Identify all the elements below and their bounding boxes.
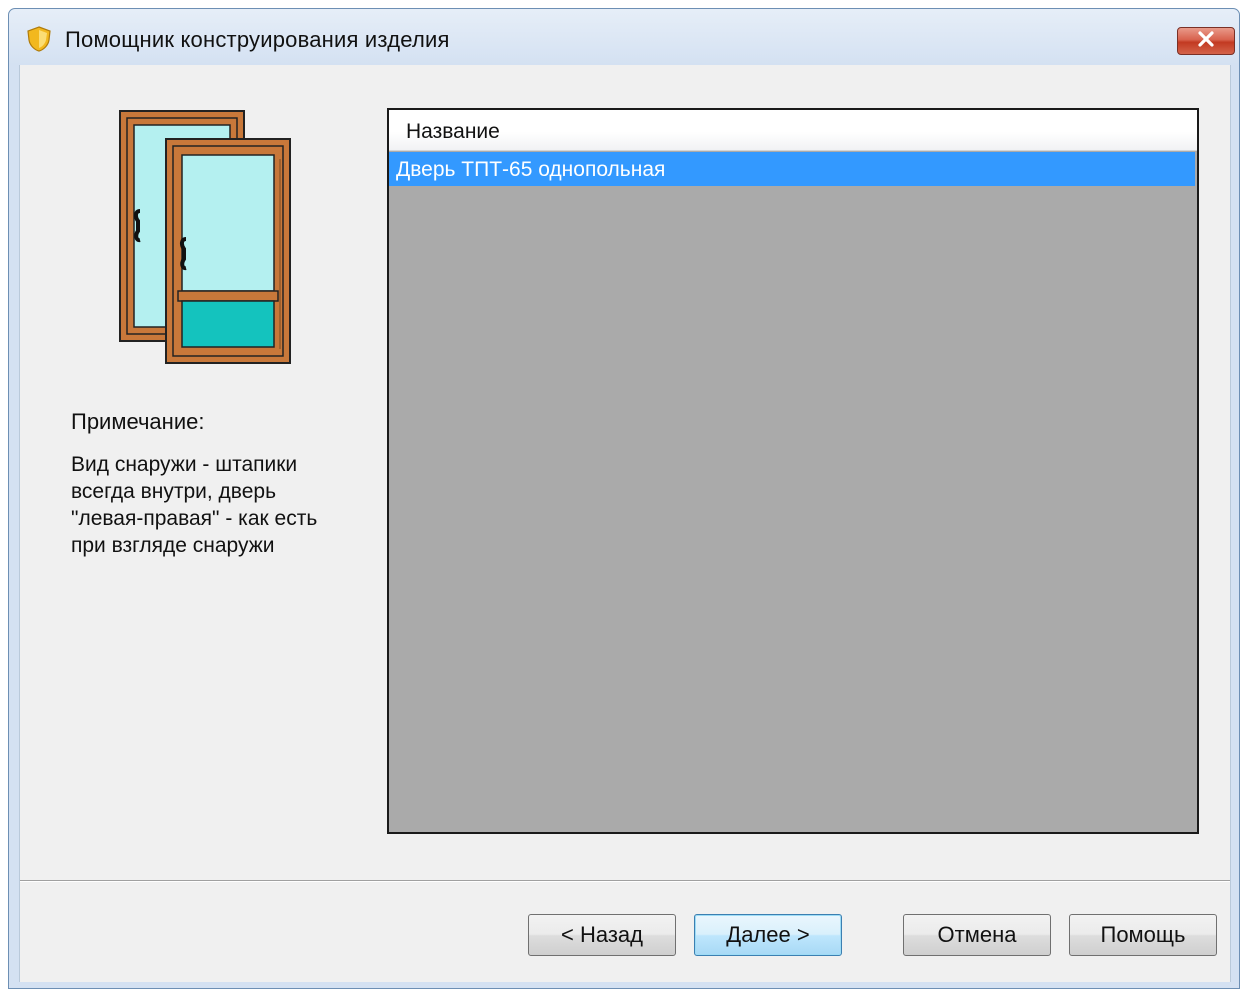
cancel-button[interactable]: Отмена bbox=[903, 914, 1051, 956]
close-icon bbox=[1196, 30, 1216, 52]
wizard-content: Примечание: Вид снаружи - штапики всегда… bbox=[19, 65, 1231, 982]
column-header-label: Название bbox=[406, 120, 500, 143]
list-item[interactable]: Дверь ТПТ-65 однопольная bbox=[389, 152, 1195, 186]
list-item-label: Дверь ТПТ-65 однопольная bbox=[396, 158, 666, 181]
door-illustration bbox=[116, 109, 296, 371]
window-title: Помощник конструирования изделия bbox=[65, 27, 450, 52]
title-bar[interactable]: Помощник конструирования изделия bbox=[9, 9, 1239, 65]
note-text: Вид снаружи - штапики всегда внутри, две… bbox=[71, 453, 318, 557]
back-button[interactable]: < Назад bbox=[528, 914, 676, 956]
next-button[interactable]: Далее > bbox=[694, 914, 842, 956]
help-button[interactable]: Помощь bbox=[1069, 914, 1217, 956]
separator bbox=[20, 880, 1230, 882]
wizard-window: Помощник конструирования изделия Примеча… bbox=[8, 8, 1240, 989]
close-button[interactable] bbox=[1177, 27, 1235, 55]
shield-icon bbox=[25, 25, 53, 53]
product-list[interactable]: Название Дверь ТПТ-65 однопольная bbox=[387, 108, 1199, 834]
column-header-name[interactable]: Название bbox=[389, 110, 1197, 151]
note-title: Примечание: bbox=[71, 409, 205, 434]
